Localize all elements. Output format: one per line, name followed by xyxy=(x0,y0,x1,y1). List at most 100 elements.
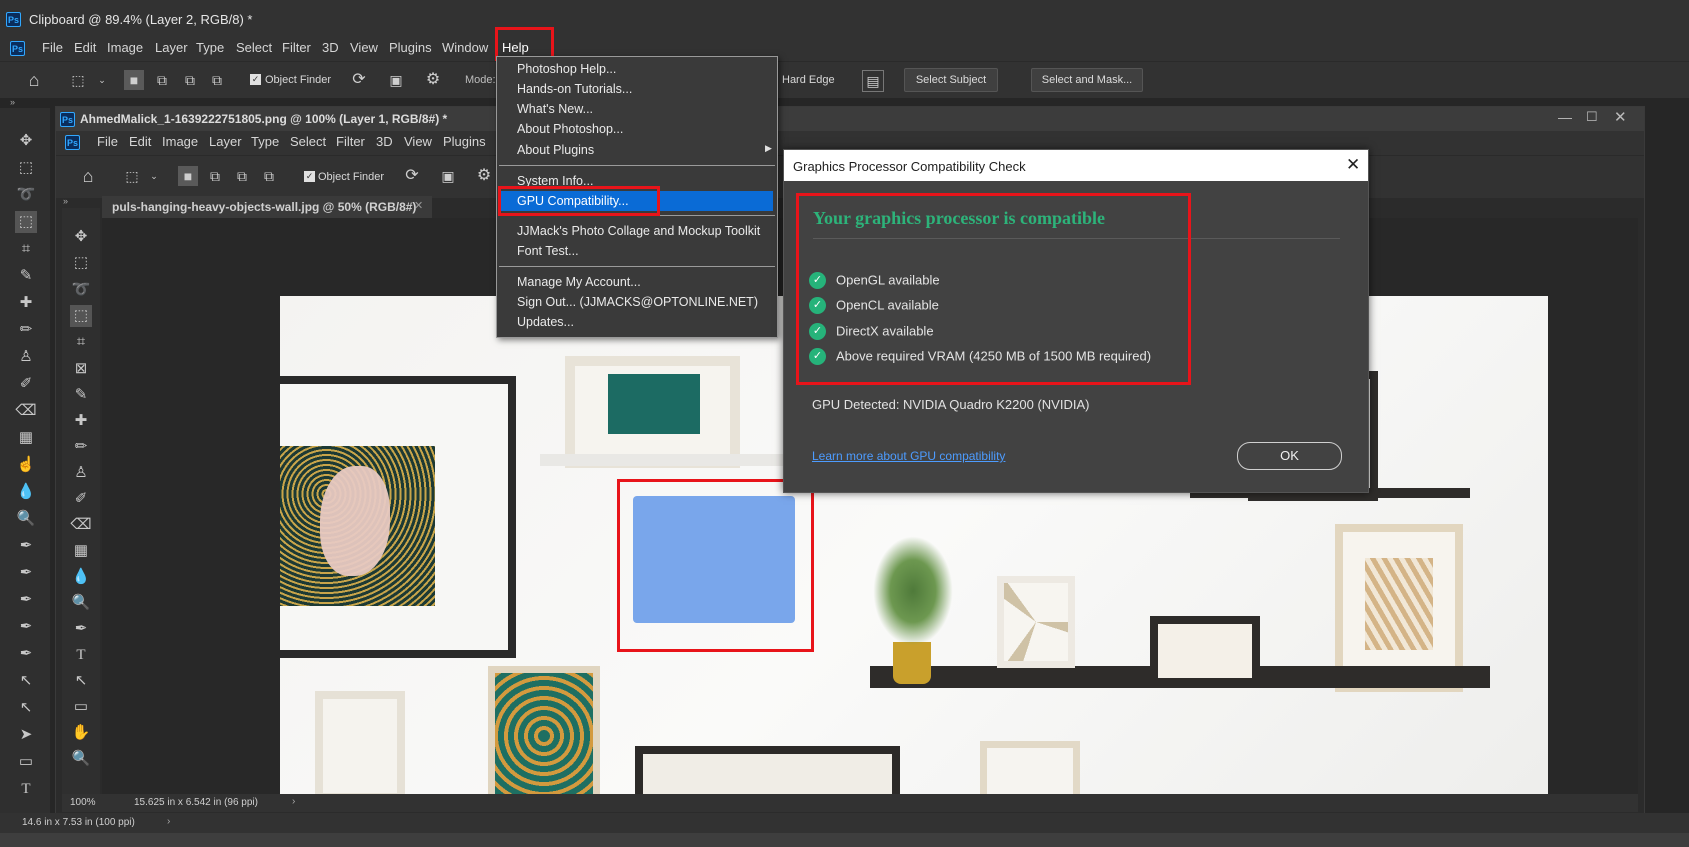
menu-updates[interactable]: Updates... xyxy=(517,313,574,332)
main-doc-size[interactable]: 14.6 in x 7.53 in (100 ppi) xyxy=(22,817,135,828)
inner-frame-tool-icon[interactable]: ⊠ xyxy=(70,358,92,380)
refresh-icon[interactable]: ⟳ xyxy=(349,70,369,90)
menu-photoshop-help[interactable]: Photoshop Help... xyxy=(517,60,616,79)
inner-eraser-tool-icon[interactable]: ⌫ xyxy=(70,514,92,536)
inner-move-tool-icon[interactable]: ✥ xyxy=(70,226,92,248)
inner-crop-tool-icon[interactable]: ⌗ xyxy=(70,331,92,353)
menu-plugins[interactable]: Plugins xyxy=(389,40,432,55)
settings-gear-icon[interactable]: ⚙ xyxy=(423,70,443,90)
brush-tool-icon[interactable]: ✏ xyxy=(15,319,37,341)
sample-all-layers-icon[interactable]: ▤ xyxy=(862,70,884,92)
inner-stamp-tool-icon[interactable]: ♙ xyxy=(70,462,92,484)
inner-subtract-selection-icon[interactable]: ⧉ xyxy=(232,166,252,186)
inner-menu-edit[interactable]: Edit xyxy=(129,134,151,149)
inner-menu-logo-icon[interactable]: Ps xyxy=(65,135,80,150)
inner-menu-layer[interactable]: Layer xyxy=(209,134,242,149)
history-brush-tool-icon[interactable]: ✐ xyxy=(15,373,37,395)
rectangle-tool-icon[interactable]: ▭ xyxy=(15,751,37,773)
inner-blur-tool-icon[interactable]: 💧 xyxy=(70,566,92,588)
selected-object-overlay[interactable] xyxy=(633,496,795,623)
direct-selection-tool-icon[interactable]: ↖ xyxy=(15,697,37,719)
inner-history-brush-icon[interactable]: ✐ xyxy=(70,488,92,510)
inner-dodge-tool-icon[interactable]: 🔍 xyxy=(70,592,92,614)
object-select-tool-icon[interactable]: ⬚ xyxy=(15,211,37,233)
menu-jjmack-toolkit[interactable]: JJMack's Photo Collage and Mockup Toolki… xyxy=(517,222,760,241)
menu-sign-out[interactable]: Sign Out... (JJMACKS@OPTONLINE.NET) xyxy=(517,293,758,312)
menu-manage-account[interactable]: Manage My Account... xyxy=(517,273,641,292)
menu-filter[interactable]: Filter xyxy=(282,40,311,55)
main-status-arrow-icon[interactable]: › xyxy=(167,816,170,827)
dodge-tool-icon[interactable]: 🔍 xyxy=(15,508,37,530)
freeform-pen-tool-icon[interactable]: ✒ xyxy=(15,562,37,584)
select-subject-button[interactable]: Select Subject xyxy=(904,68,998,92)
menu-window[interactable]: Window xyxy=(442,40,488,55)
inner-healing-tool-icon[interactable]: ✚ xyxy=(70,410,92,432)
inner-object-finder-checkbox[interactable]: ✓ xyxy=(304,171,315,182)
menu-type[interactable]: Type xyxy=(196,40,224,55)
inner-eyedropper-tool-icon[interactable]: ✎ xyxy=(70,384,92,406)
add-selection-icon[interactable]: ⧉ xyxy=(152,70,172,90)
menu-about-plugins[interactable]: About Plugins xyxy=(517,141,594,160)
eyedropper-tool-icon[interactable]: ✎ xyxy=(15,265,37,287)
inner-brush-tool-icon[interactable]: ✏ xyxy=(70,436,92,458)
minimize-icon[interactable]: — xyxy=(1558,109,1572,125)
new-selection-icon[interactable]: ■ xyxy=(124,70,144,90)
close-window-icon[interactable]: ✕ xyxy=(1614,108,1627,126)
curvature-pen-tool-icon[interactable]: ✒ xyxy=(15,589,37,611)
inner-pen-tool-icon[interactable]: ✒ xyxy=(70,618,92,640)
inner-lasso-tool-icon[interactable]: ➰ xyxy=(70,279,92,301)
ok-button[interactable]: OK xyxy=(1237,442,1342,470)
blur-tool-icon[interactable]: 💧 xyxy=(15,481,37,503)
inner-doc-tab[interactable]: puls-hanging-heavy-objects-wall.jpg @ 50… xyxy=(102,196,432,218)
inner-new-selection-icon[interactable]: ■ xyxy=(178,166,198,186)
inner-menu-filter[interactable]: Filter xyxy=(336,134,365,149)
menu-gpu-compatibility[interactable]: GPU Compatibility... xyxy=(517,192,629,211)
inner-refresh-icon[interactable]: ⟳ xyxy=(402,166,422,186)
marquee-tool-icon[interactable]: ⬚ xyxy=(15,157,37,179)
dialog-close-icon[interactable]: ✕ xyxy=(1346,155,1360,175)
home-icon[interactable]: ⌂ xyxy=(24,70,44,90)
pen-tool-icon[interactable]: ✒ xyxy=(15,535,37,557)
clone-stamp-tool-icon[interactable]: ♙ xyxy=(15,346,37,368)
inner-object-select-tool-icon[interactable]: ⬚ xyxy=(70,305,92,327)
menu-file[interactable]: File xyxy=(42,40,63,55)
inner-zoom-level[interactable]: 100% xyxy=(70,797,96,808)
menu-font-test[interactable]: Font Test... xyxy=(517,242,579,261)
inner-menu-plugins[interactable]: Plugins xyxy=(443,134,486,149)
menu-3d[interactable]: 3D xyxy=(322,40,339,55)
crop-tool-icon[interactable]: ⌗ xyxy=(15,238,37,260)
inner-marquee-tool-icon[interactable]: ⬚ xyxy=(70,252,92,274)
menu-edit[interactable]: Edit xyxy=(74,40,96,55)
move-tool-icon[interactable]: ✥ xyxy=(15,130,37,152)
smudge-tool-icon[interactable]: ☝ xyxy=(15,454,37,476)
healing-brush-tool-icon[interactable]: ✚ xyxy=(15,292,37,314)
intersect-selection-icon[interactable]: ⧉ xyxy=(207,70,227,90)
inner-object-selection-icon[interactable]: ⬚ xyxy=(122,166,142,186)
hard-edge-label[interactable]: Hard Edge xyxy=(782,74,835,86)
inner-status-arrow-icon[interactable]: › xyxy=(292,796,295,807)
panel-collapse-icon[interactable]: » xyxy=(10,97,15,107)
gradient-tool-icon[interactable]: ▦ xyxy=(15,427,37,449)
menu-system-info[interactable]: System Info... xyxy=(517,172,593,191)
inner-menu-type[interactable]: Type xyxy=(251,134,279,149)
maximize-icon[interactable]: ☐ xyxy=(1586,109,1598,125)
menu-whats-new[interactable]: What's New... xyxy=(517,100,593,119)
inner-menu-select[interactable]: Select xyxy=(290,134,326,149)
eraser-tool-icon[interactable]: ⌫ xyxy=(15,400,37,422)
inner-chevron-down-icon[interactable]: ⌄ xyxy=(144,166,164,186)
arrow-tool-icon[interactable]: ➤ xyxy=(15,724,37,746)
inner-doc-size[interactable]: 15.625 in x 6.542 in (96 ppi) xyxy=(134,797,258,808)
inner-hand-tool-icon[interactable]: ✋ xyxy=(70,722,92,744)
select-and-mask-button[interactable]: Select and Mask... xyxy=(1031,68,1143,92)
inner-type-tool-icon[interactable]: T xyxy=(70,644,92,666)
lasso-tool-icon[interactable]: ➰ xyxy=(15,184,37,206)
chevron-down-icon[interactable]: ⌄ xyxy=(92,70,112,90)
show-all-objects-icon[interactable]: ▣ xyxy=(386,70,406,90)
inner-gradient-tool-icon[interactable]: ▦ xyxy=(70,540,92,562)
inner-path-select-icon[interactable]: ↖ xyxy=(70,670,92,692)
inner-menu-3d[interactable]: 3D xyxy=(376,134,393,149)
menu-image[interactable]: Image xyxy=(107,40,143,55)
inner-menu-image[interactable]: Image xyxy=(162,134,198,149)
inner-home-icon[interactable]: ⌂ xyxy=(78,166,98,186)
menu-select[interactable]: Select xyxy=(236,40,272,55)
